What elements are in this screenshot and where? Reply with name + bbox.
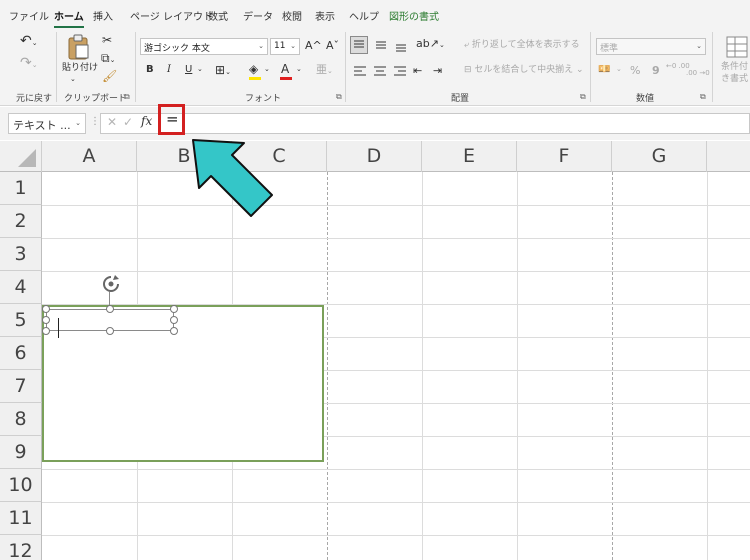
annotation-arrow-icon bbox=[192, 139, 273, 217]
